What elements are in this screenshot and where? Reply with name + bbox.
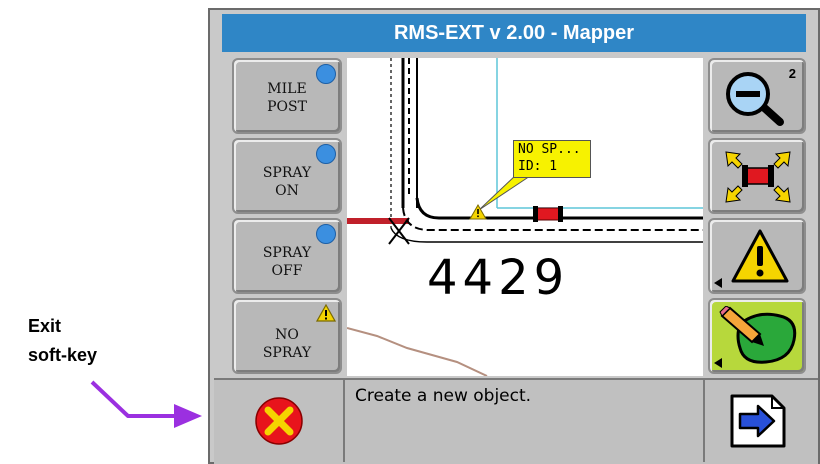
- mile-post-label-1: MILE: [267, 81, 307, 97]
- exit-softkey-annotation: Exit soft-key: [28, 312, 97, 370]
- tooltip-line-2: ID: 1: [518, 159, 558, 174]
- spray-on-label-1: SPRAY: [262, 165, 312, 181]
- zoom-to-vehicle-button[interactable]: [708, 138, 806, 214]
- spray-off-label-2: OFF: [271, 263, 303, 279]
- zoom-level: 2: [788, 66, 796, 81]
- spray-on-button[interactable]: SPRAY ON: [232, 138, 342, 214]
- map-tooltip: NO SP... ID: 1: [513, 140, 591, 178]
- warning-icon: [316, 304, 336, 322]
- mile-post-label-2: POST: [267, 99, 307, 115]
- no-spray-button[interactable]: NO SPRAY: [232, 298, 342, 374]
- map-canvas: [347, 58, 703, 376]
- status-dot-icon: [316, 224, 336, 244]
- annotation-line-1: Exit: [28, 316, 62, 336]
- status-dot-icon: [316, 144, 336, 164]
- zoom-out-icon: [726, 72, 784, 126]
- submenu-arrow-icon: [714, 358, 722, 368]
- status-message: Create a new object.: [355, 386, 532, 406]
- spray-off-label-1: SPRAY: [262, 245, 312, 261]
- warning-marker-icon: [469, 204, 487, 220]
- edit-area-button[interactable]: [708, 298, 806, 374]
- annotation-arrow-icon: [90, 380, 202, 428]
- title-bar: RMS-EXT v 2.00 - Mapper: [222, 14, 806, 52]
- zoom-out-button[interactable]: 2: [708, 58, 806, 134]
- annotation-line-2: soft-key: [28, 345, 98, 365]
- next-arrow-icon: [730, 394, 786, 448]
- exit-button[interactable]: [220, 382, 338, 460]
- edit-area-icon: [719, 306, 797, 364]
- zoom-to-vehicle-icon: [725, 151, 791, 203]
- next-button[interactable]: [710, 382, 806, 460]
- tooltip-line-1: NO SP...: [518, 142, 581, 157]
- message-area: Create a new object.: [343, 380, 705, 462]
- no-spray-label-2: SPRAY: [262, 345, 312, 361]
- exit-icon: [255, 397, 303, 445]
- spray-off-button[interactable]: SPRAY OFF: [232, 218, 342, 294]
- submenu-arrow-icon: [714, 278, 722, 288]
- map-view[interactable]: NO SP... ID: 1 4429: [347, 58, 703, 376]
- device-screen: RMS-EXT v 2.00 - Mapper MILE POST SPRAY …: [208, 8, 820, 464]
- road-number: 4429: [427, 250, 570, 306]
- warning-button[interactable]: [708, 218, 806, 294]
- spray-on-label-2: ON: [275, 183, 299, 199]
- warning-icon: [731, 229, 789, 283]
- no-spray-label-1: NO: [275, 327, 299, 343]
- mile-post-button[interactable]: MILE POST: [232, 58, 342, 134]
